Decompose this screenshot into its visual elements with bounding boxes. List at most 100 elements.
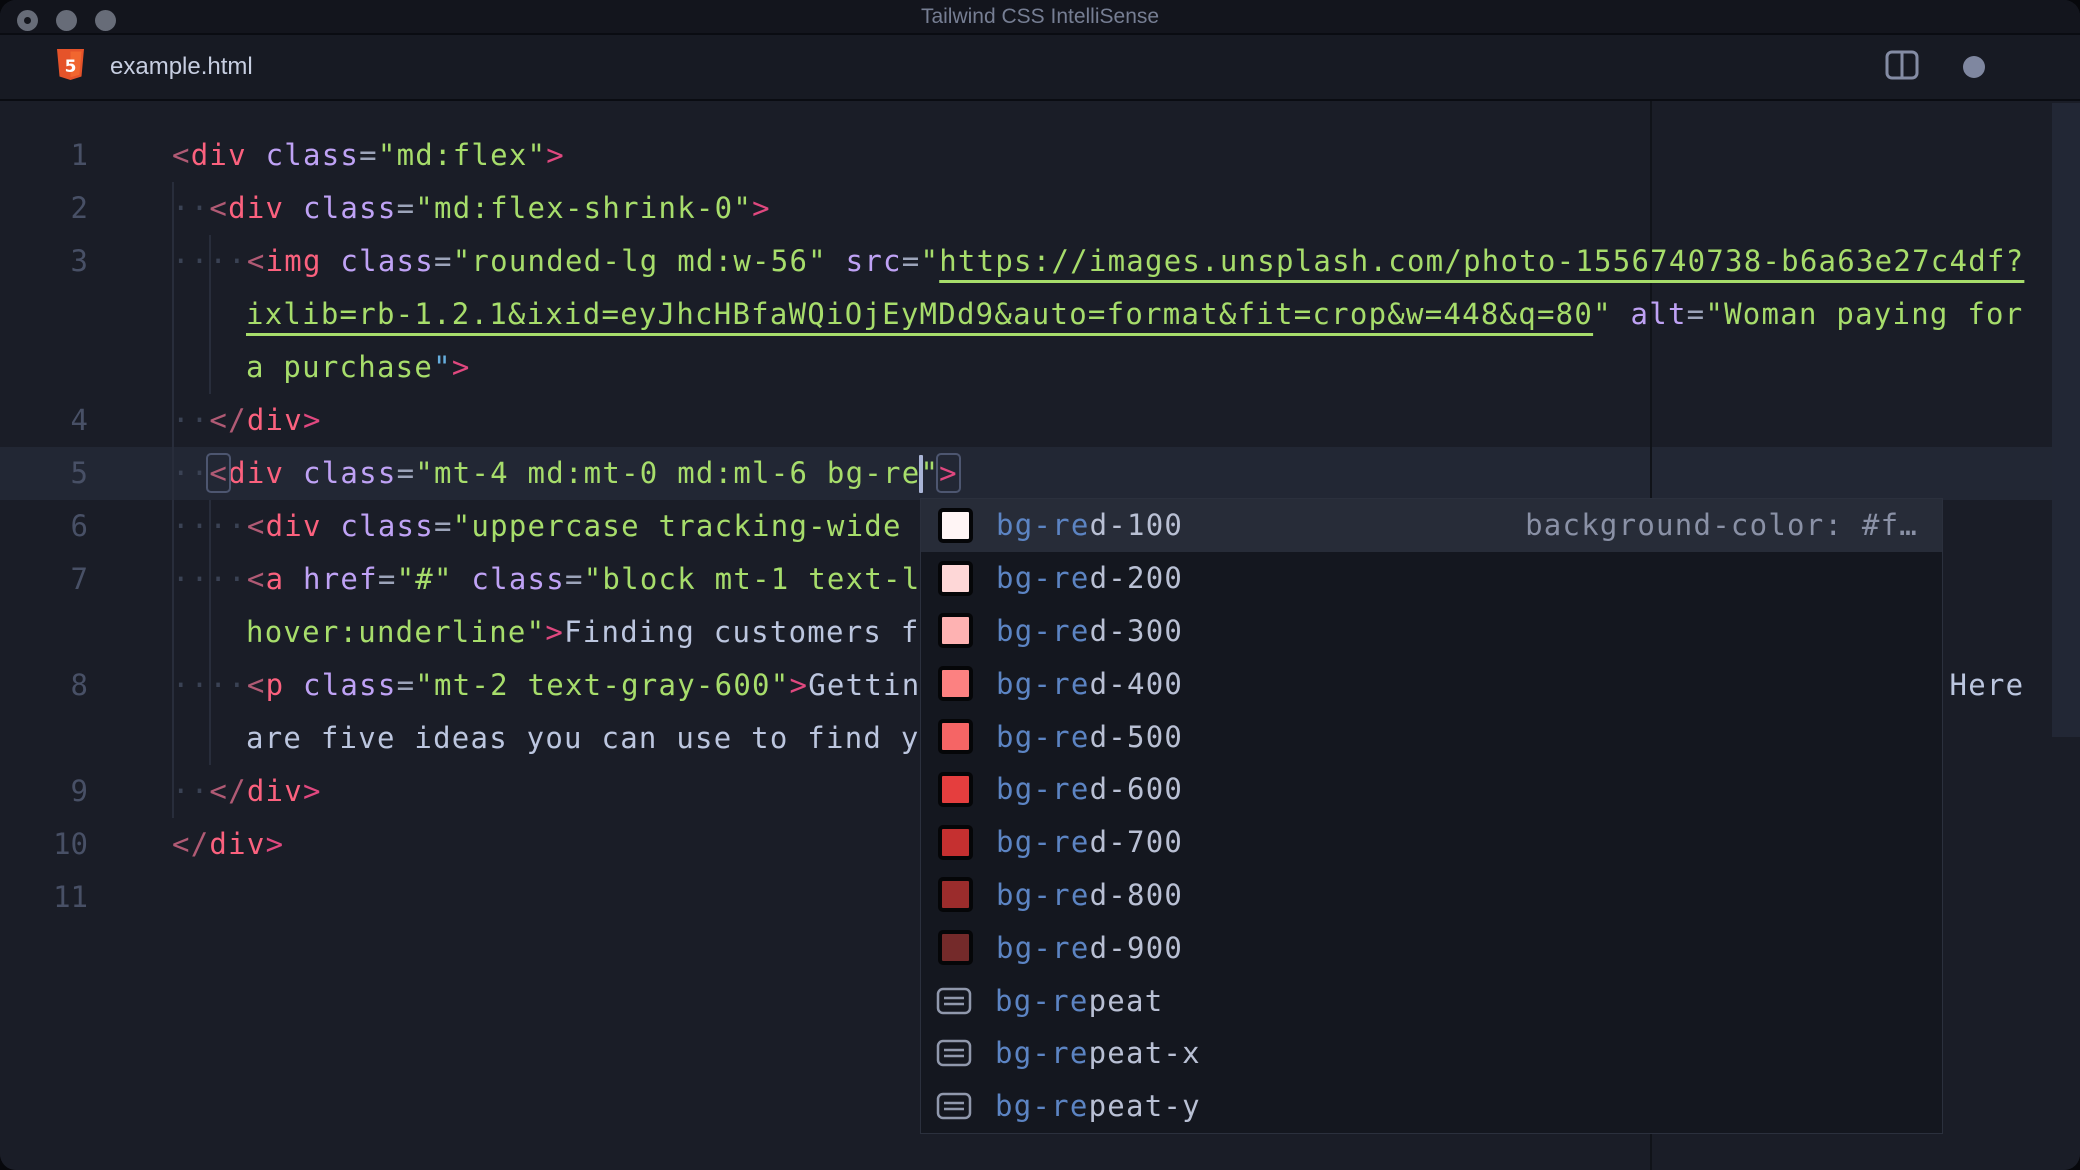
line-number: 11	[53, 880, 88, 914]
completion-label: bg-red-800	[996, 877, 1184, 912]
completion-label: bg-repeat-y	[995, 1089, 1201, 1124]
line-number: 3	[70, 244, 88, 278]
indent-guide	[172, 182, 174, 235]
completion-label: bg-red-200	[996, 561, 1184, 596]
line-number: 4	[70, 403, 88, 437]
property-icon	[936, 1039, 972, 1067]
indent-guide	[172, 765, 174, 818]
tab-filename: example.html	[110, 53, 253, 80]
code-token: <	[246, 509, 266, 543]
code-line[interactable]: 4 ··</div>	[0, 394, 2080, 447]
code-token: class	[340, 244, 434, 278]
code-token: <	[246, 668, 266, 702]
code-line[interactable]: 5 ··<div class="mt-4 md:mt-0 md:ml-6 bg-r…	[0, 447, 2080, 500]
code-token: "rounded-lg md:w-56"	[452, 244, 827, 278]
completion-label: bg-red-700	[996, 825, 1184, 860]
code-token: >	[546, 138, 565, 172]
line-number: 10	[53, 827, 88, 861]
code-token: =	[396, 456, 416, 490]
indent-guide	[209, 500, 211, 553]
property-icon	[936, 1092, 972, 1120]
completion-item[interactable]: bg-red-500	[921, 710, 1942, 763]
code-token: div	[228, 456, 285, 490]
title-bar: Tailwind CSS IntelliSense	[0, 0, 2080, 35]
code-token: >	[451, 350, 471, 384]
code-token: >	[789, 668, 809, 702]
completion-item[interactable]: bg-red-900	[921, 921, 1942, 974]
indent-guide	[172, 235, 174, 288]
line-number: 1	[70, 138, 88, 172]
tab-example-html[interactable]: 5 example.html	[57, 35, 253, 99]
color-swatch-icon	[938, 666, 973, 702]
completion-item[interactable]: bg-red-800	[921, 869, 1942, 922]
indent-guide	[209, 288, 211, 341]
completion-item[interactable]: bg-red-200	[921, 552, 1942, 605]
code-token: >	[545, 615, 565, 649]
completion-item[interactable]: bg-repeat-x	[921, 1027, 1942, 1080]
color-swatch-icon	[938, 507, 973, 543]
code-token: div	[265, 509, 322, 543]
completion-item[interactable]: bg-repeat-y	[921, 1080, 1942, 1133]
code-token: <	[206, 453, 232, 493]
code-token: ··	[172, 191, 210, 225]
code-token: src	[845, 244, 902, 278]
code-token: div	[228, 191, 285, 225]
code-token: https://images.unsplash.com/photo-155674…	[939, 244, 2025, 278]
code-token: =	[359, 138, 378, 172]
code-token: div	[190, 138, 247, 172]
modified-dot-icon[interactable]	[1963, 56, 1985, 78]
code-token: "Woman paying for	[1705, 297, 2024, 331]
code-token: </	[172, 827, 210, 861]
code-line[interactable]: 1 <div class="md:flex">	[0, 129, 2080, 182]
code-token: ··	[172, 456, 210, 490]
code-line[interactable]: ixlib=rb-1.2.1&ixid=eyJhcHBfaWQiOjEyMDd9…	[0, 288, 2080, 341]
split-editor-icon[interactable]	[1885, 50, 1919, 85]
code-token: >	[752, 191, 771, 225]
code-token: "md:flex-shrink-0"	[415, 191, 753, 225]
code-token: =	[564, 562, 584, 596]
completion-item[interactable]: bg-red-300	[921, 605, 1942, 658]
indent-guide	[172, 553, 174, 606]
completion-label: bg-red-100	[996, 508, 1184, 543]
line-number: 8	[70, 668, 88, 702]
completion-item[interactable]: bg-red-400	[921, 657, 1942, 710]
code-line[interactable]: 2 ··<div class="md:flex-shrink-0">	[0, 182, 2080, 235]
code-line[interactable]: 3 ····<img class="rounded-lg md:w-56" src…	[0, 235, 2080, 288]
code-token: class	[303, 668, 397, 702]
color-swatch-icon	[938, 613, 973, 649]
code-token: >	[265, 827, 285, 861]
completion-label: bg-red-900	[996, 930, 1184, 965]
code-token: p	[265, 668, 285, 702]
code-token: =	[377, 562, 397, 596]
code-token: </	[209, 403, 247, 437]
completion-label: bg-red-300	[996, 613, 1184, 648]
completion-item[interactable]: bg-red-100 background-color: #f…	[921, 499, 1942, 552]
code-token: class	[265, 138, 360, 172]
indent-guide	[172, 288, 174, 341]
completion-item[interactable]: bg-red-700	[921, 816, 1942, 869]
code-token: <	[172, 138, 191, 172]
completion-item[interactable]: bg-repeat	[921, 974, 1942, 1027]
completion-label: bg-repeat-x	[995, 1036, 1201, 1071]
indent-guide	[172, 500, 174, 553]
code-token: class	[340, 509, 434, 543]
code-token: "mt-4 md:mt-0 md:ml-6 bg-re	[415, 456, 921, 490]
code-token: ··	[172, 774, 210, 808]
html5-icon: 5	[57, 49, 84, 85]
code-line[interactable]: a purchase">	[0, 341, 2080, 394]
line-number: 9	[70, 774, 88, 808]
indent-guide	[209, 659, 211, 712]
code-token: =	[433, 244, 453, 278]
code-token: a purchase	[246, 350, 434, 384]
code-token: >	[302, 403, 322, 437]
line-number: 5	[70, 456, 88, 490]
completion-item[interactable]: bg-red-600	[921, 763, 1942, 816]
code-token: class	[303, 456, 397, 490]
